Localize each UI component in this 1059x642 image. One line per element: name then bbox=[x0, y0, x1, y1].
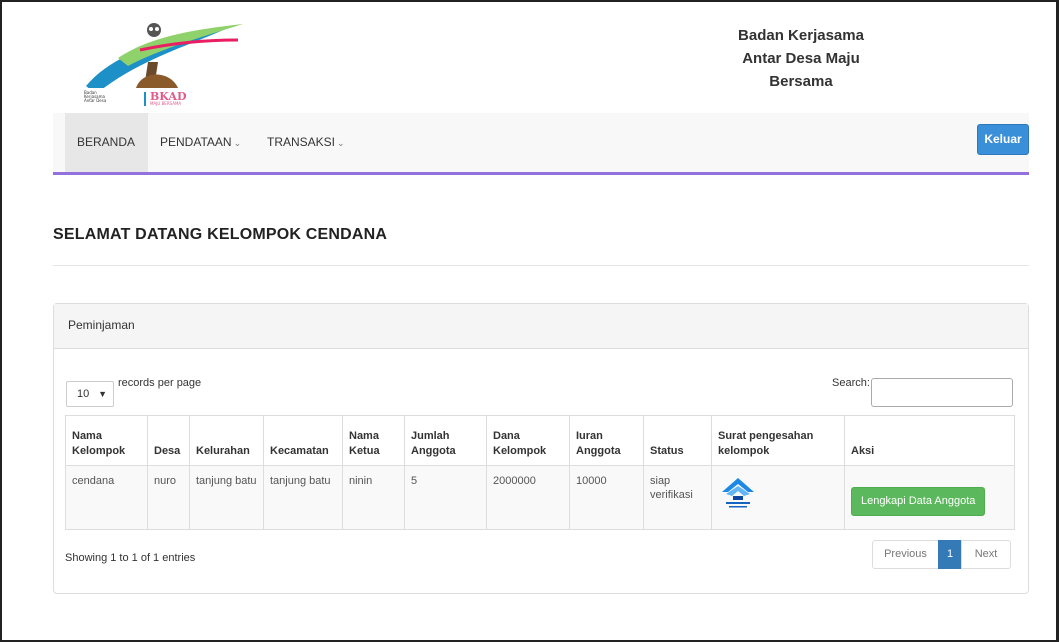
panel-heading: Peminjaman bbox=[54, 304, 1028, 349]
peminjaman-table: Nama Kelompok Desa Kelurahan Kecamatan N… bbox=[65, 415, 1015, 530]
chevron-down-icon: ⌄ bbox=[233, 138, 242, 148]
nav-transaksi[interactable]: TRANSAKSI ⌄ bbox=[267, 113, 345, 172]
cell-aksi: Lengkapi Data Anggota bbox=[844, 465, 1015, 530]
lengkapi-data-anggota-button[interactable]: Lengkapi Data Anggota bbox=[851, 487, 986, 516]
bkad-logo[interactable]: Badan Kerjasama Antar Desa BKAD MAJU BER… bbox=[78, 18, 258, 106]
cell-status: siap verifikasi bbox=[643, 465, 712, 530]
svg-text:Antar Desa: Antar Desa bbox=[84, 98, 107, 103]
nav-beranda-label: BERANDA bbox=[77, 135, 136, 149]
search-input[interactable] bbox=[871, 378, 1013, 407]
column-header[interactable]: Surat pengesahan kelompok bbox=[711, 415, 845, 466]
cell-kelurahan: tanjung batu bbox=[189, 465, 264, 530]
brand-line-1: Badan Kerjasama bbox=[738, 27, 864, 44]
next-button[interactable]: Next bbox=[961, 540, 1011, 569]
navbar: BERANDA PENDATAAN ⌄ TRANSAKSI ⌄ Keluar bbox=[53, 113, 1029, 175]
brand-title: Badan Kerjasama Antar Desa Maju Bersama bbox=[700, 24, 902, 93]
cell-nama-kelompok: cendana bbox=[65, 465, 148, 530]
column-header[interactable]: Desa bbox=[147, 415, 190, 466]
nav-transaksi-label: TRANSAKSI bbox=[267, 135, 336, 149]
pagination: Previous 1 Next bbox=[872, 540, 1011, 569]
records-per-page-value: 10 bbox=[77, 388, 90, 400]
column-header[interactable]: Kecamatan bbox=[263, 415, 343, 466]
column-header[interactable]: Kelurahan bbox=[189, 415, 264, 466]
chevron-down-icon: ⌄ bbox=[337, 138, 345, 148]
document-logo-icon[interactable] bbox=[718, 474, 758, 510]
cell-surat bbox=[711, 465, 845, 530]
search-label: Search: bbox=[832, 377, 870, 389]
svg-text:MAJU BERSAMA: MAJU BERSAMA bbox=[150, 101, 181, 106]
cell-desa: nuro bbox=[147, 465, 190, 530]
cell-kecamatan: tanjung batu bbox=[263, 465, 343, 530]
column-header[interactable]: Nama Ketua bbox=[342, 415, 405, 466]
brand-line-3: Bersama bbox=[769, 73, 833, 90]
nav-pendataan-label: PENDATAAN bbox=[160, 135, 232, 149]
dropdown-arrow-icon: ▼ bbox=[98, 389, 107, 399]
nav-beranda[interactable]: BERANDA bbox=[65, 113, 148, 172]
brand-line-2: Antar Desa Maju bbox=[742, 50, 860, 67]
nav-pendataan[interactable]: PENDATAAN ⌄ bbox=[160, 113, 241, 172]
records-per-page-select[interactable]: 10 ▼ bbox=[66, 381, 114, 407]
previous-button[interactable]: Previous bbox=[872, 540, 939, 569]
column-header[interactable]: Aksi bbox=[844, 415, 1015, 466]
page-title: SELAMAT DATANG KELOMPOK CENDANA bbox=[53, 226, 388, 243]
column-header[interactable]: Iuran Anggota bbox=[569, 415, 644, 466]
cell-iuran-anggota: 10000 bbox=[569, 465, 644, 530]
column-header[interactable]: Nama Kelompok bbox=[65, 415, 148, 466]
logout-button[interactable]: Keluar bbox=[977, 124, 1029, 155]
column-header[interactable]: Jumlah Anggota bbox=[404, 415, 487, 466]
table-row: cendana nuro tanjung batu tanjung batu n… bbox=[65, 465, 1015, 530]
table-header-row: Nama Kelompok Desa Kelurahan Kecamatan N… bbox=[65, 415, 1015, 466]
table-info: Showing 1 to 1 of 1 entries bbox=[65, 552, 196, 564]
column-header[interactable]: Dana Kelompok bbox=[486, 415, 570, 466]
cell-jumlah-anggota: 5 bbox=[404, 465, 487, 530]
peminjaman-panel: Peminjaman 10 ▼ records per page Search:… bbox=[53, 303, 1029, 594]
cell-dana-kelompok: 2000000 bbox=[486, 465, 570, 530]
records-per-page-label: records per page bbox=[118, 377, 202, 389]
cell-nama-ketua: ninin bbox=[342, 465, 405, 530]
column-header[interactable]: Status bbox=[643, 415, 712, 466]
divider bbox=[53, 265, 1029, 266]
page-1-button[interactable]: 1 bbox=[938, 540, 962, 569]
